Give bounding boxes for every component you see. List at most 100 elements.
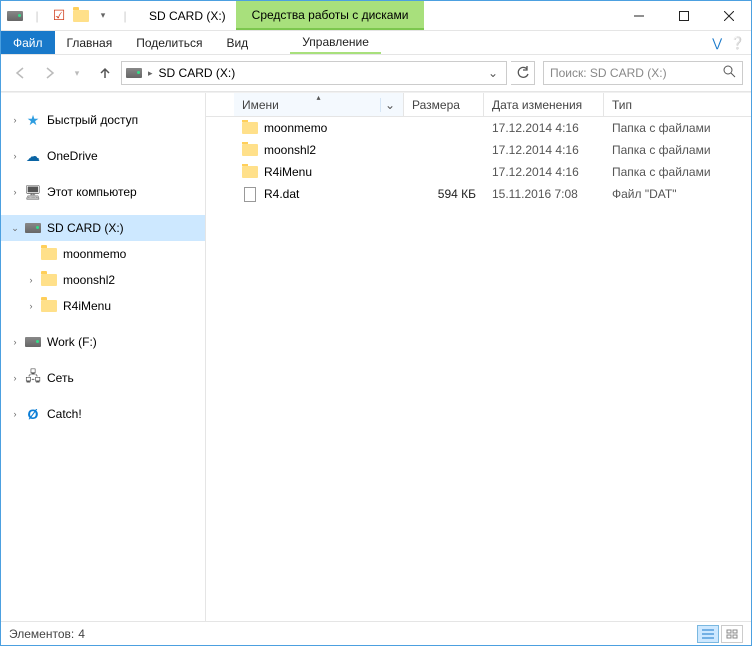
tree-network[interactable]: › 🖧 Сеть: [1, 365, 205, 391]
minimize-icon: [634, 11, 644, 21]
address-dropdown-icon[interactable]: ⌄: [484, 66, 502, 80]
breadcrumb[interactable]: SD CARD (X:): [159, 66, 236, 80]
qat-separator: |: [29, 8, 45, 24]
cell-type: Файл "DAT": [604, 187, 744, 201]
expand-icon[interactable]: ›: [9, 373, 21, 383]
search-placeholder: Поиск: SD CARD (X:): [550, 66, 667, 80]
expand-icon[interactable]: ›: [25, 301, 37, 311]
arrow-right-icon: [42, 66, 56, 80]
expand-icon[interactable]: ›: [9, 409, 21, 419]
folder-icon[interactable]: [73, 8, 89, 24]
ribbon-expand-icon[interactable]: ⋁: [712, 36, 722, 50]
close-button[interactable]: [706, 1, 751, 30]
tree-label: Сеть: [45, 371, 74, 385]
refresh-button[interactable]: [511, 61, 535, 85]
tree-label: OneDrive: [45, 149, 98, 163]
folder-icon: [242, 120, 258, 136]
sort-asc-icon: ▴: [316, 93, 320, 102]
ribbon-tab-manage[interactable]: Управление: [290, 31, 381, 54]
tree-folder[interactable]: › moonshl2: [1, 267, 205, 293]
expand-icon[interactable]: ›: [9, 337, 21, 347]
file-name: moonmemo: [264, 121, 327, 135]
cell-name: moonmemo: [234, 120, 404, 136]
address-bar[interactable]: ▸ SD CARD (X:) ⌄: [121, 61, 507, 85]
search-input[interactable]: Поиск: SD CARD (X:): [543, 61, 743, 85]
search-icon[interactable]: [723, 65, 736, 81]
tree-label: Work (F:): [45, 335, 97, 349]
close-icon: [724, 11, 734, 21]
tree-catch[interactable]: › Ø Catch!: [1, 401, 205, 427]
tree-this-pc[interactable]: › 🖥 Этот компьютер: [1, 179, 205, 205]
tree-folder[interactable]: moonmemo: [1, 241, 205, 267]
ribbon-tab-view[interactable]: Вид: [214, 31, 260, 54]
nav-tree: › ★ Быстрый доступ › ☁ OneDrive › 🖥 Этот…: [1, 93, 206, 621]
ribbon-tab-file[interactable]: Файл: [1, 31, 55, 54]
up-button[interactable]: [93, 61, 117, 85]
details-icon: [702, 629, 714, 639]
tree-work-drive[interactable]: › Work (F:): [1, 329, 205, 355]
qat-separator: |: [117, 8, 133, 24]
drive-icon: [25, 220, 41, 236]
column-label: Тип: [612, 98, 632, 112]
column-label: Дата изменения: [492, 98, 582, 112]
tree-label: SD CARD (X:): [45, 221, 124, 235]
maximize-button[interactable]: [661, 1, 706, 30]
file-row[interactable]: R4iMenu17.12.2014 4:16Папка с файлами: [206, 161, 751, 183]
file-row[interactable]: moonshl217.12.2014 4:16Папка с файлами: [206, 139, 751, 161]
cloud-icon: ☁: [25, 148, 41, 164]
status-items-label: Элементов:: [9, 627, 74, 641]
window-title: SD CARD (X:): [139, 1, 236, 30]
ribbon-context-label: Средства работы с дисками: [236, 1, 425, 30]
folder-icon: [41, 298, 57, 314]
tree-onedrive[interactable]: › ☁ OneDrive: [1, 143, 205, 169]
column-dropdown-icon[interactable]: ⌄: [380, 98, 395, 112]
cell-type: Папка с файлами: [604, 121, 744, 135]
folder-icon: [242, 142, 258, 158]
help-icon[interactable]: ❔: [730, 36, 745, 50]
properties-icon[interactable]: ☑: [51, 8, 67, 24]
cell-date: 15.11.2016 7:08: [484, 187, 604, 201]
quick-access-toolbar: | ☑ ▾ |: [1, 1, 139, 30]
back-button[interactable]: [9, 61, 33, 85]
refresh-icon: [516, 66, 530, 80]
catch-icon: Ø: [25, 406, 41, 422]
view-details-button[interactable]: [697, 625, 719, 643]
expand-icon[interactable]: ›: [9, 151, 21, 161]
column-name[interactable]: ▴ Имени ⌄: [234, 93, 404, 116]
expand-icon[interactable]: ›: [25, 275, 37, 285]
qat-dropdown-icon[interactable]: ▾: [95, 8, 111, 24]
minimize-button[interactable]: [616, 1, 661, 30]
column-label: Имени: [242, 98, 279, 112]
history-dropdown[interactable]: ▾: [65, 61, 89, 85]
column-type[interactable]: Тип: [604, 93, 724, 116]
file-row[interactable]: moonmemo17.12.2014 4:16Папка с файлами: [206, 117, 751, 139]
pc-icon: 🖥: [25, 184, 41, 200]
ribbon-tab-share[interactable]: Поделиться: [124, 31, 214, 54]
tree-label: R4iMenu: [61, 299, 111, 313]
tree-label: Catch!: [45, 407, 82, 421]
expand-icon[interactable]: ›: [9, 115, 21, 125]
file-row[interactable]: R4.dat594 КБ15.11.2016 7:08Файл "DAT": [206, 183, 751, 205]
view-large-button[interactable]: [721, 625, 743, 643]
folder-icon: [41, 272, 57, 288]
column-size[interactable]: Размера: [404, 93, 484, 116]
column-date[interactable]: Дата изменения: [484, 93, 604, 116]
network-icon: 🖧: [25, 370, 41, 386]
ribbon-tab-home[interactable]: Главная: [55, 31, 125, 54]
tree-sdcard[interactable]: ⌄ SD CARD (X:): [1, 215, 205, 241]
drive-icon: [25, 334, 41, 350]
file-name: R4.dat: [264, 187, 299, 201]
expand-icon[interactable]: ›: [9, 187, 21, 197]
cell-date: 17.12.2014 4:16: [484, 143, 604, 157]
file-icon: [242, 186, 258, 202]
star-icon: ★: [25, 112, 41, 128]
tree-folder[interactable]: › R4iMenu: [1, 293, 205, 319]
breadcrumb-separator-icon[interactable]: ▸: [148, 68, 153, 79]
tree-quick-access[interactable]: › ★ Быстрый доступ: [1, 107, 205, 133]
forward-button[interactable]: [37, 61, 61, 85]
tree-label: moonmemo: [61, 247, 126, 261]
collapse-icon[interactable]: ⌄: [9, 223, 21, 234]
file-list: ▴ Имени ⌄ Размера Дата изменения Тип moo…: [206, 93, 751, 621]
file-name: R4iMenu: [264, 165, 312, 179]
tree-label: Быстрый доступ: [45, 113, 138, 127]
